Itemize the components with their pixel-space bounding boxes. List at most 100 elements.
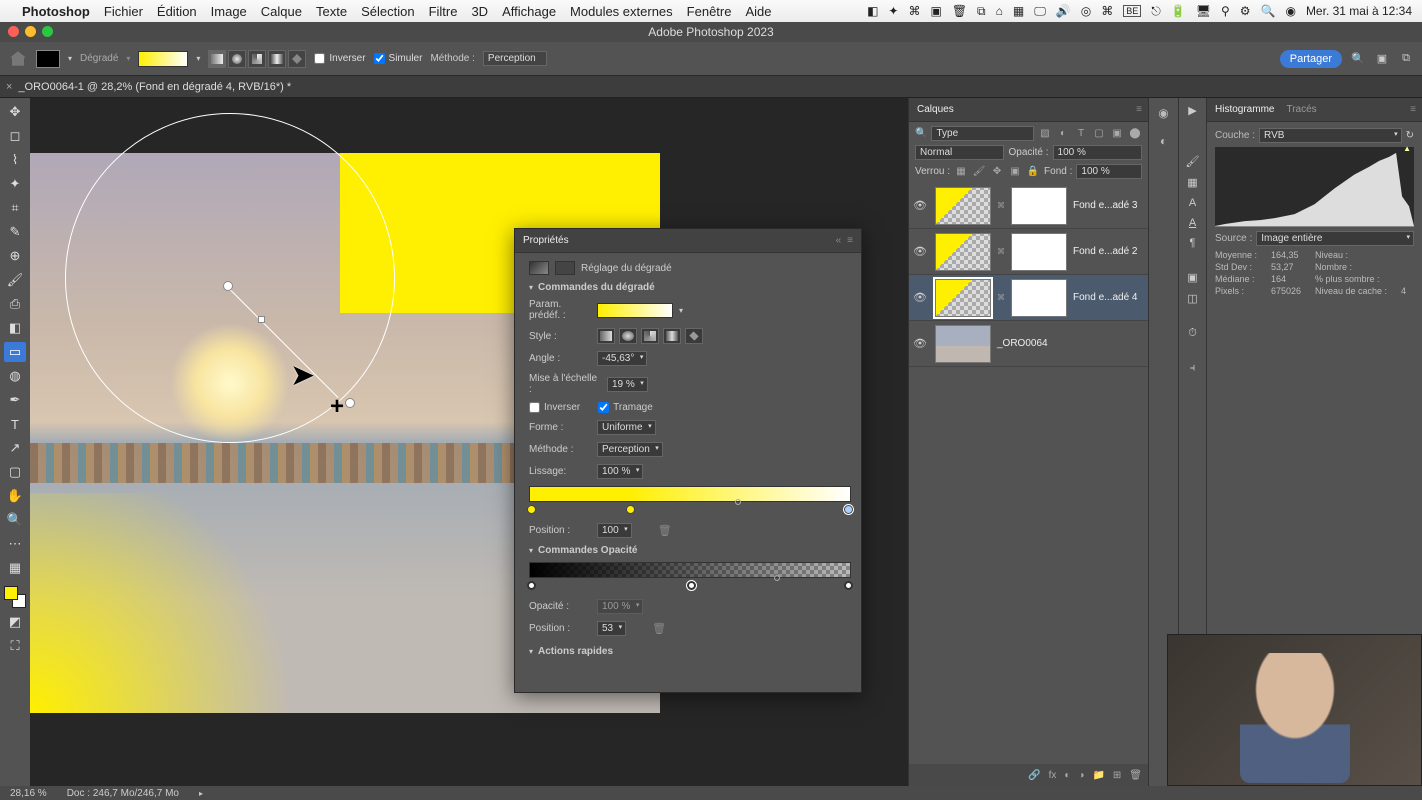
heal-tool-icon[interactable]: ⊕ (4, 246, 26, 266)
opacity-stops-row[interactable] (529, 581, 851, 593)
keyboard-lang-icon[interactable]: BE (1123, 5, 1141, 17)
opacity-stop[interactable] (527, 581, 536, 590)
menu-text[interactable]: Texte (316, 4, 347, 19)
style-reflected-button[interactable] (663, 328, 681, 344)
minimize-window-icon[interactable] (25, 26, 36, 37)
gradient-editor-bar[interactable] (529, 486, 851, 502)
workspace-icon[interactable]: ▣ (1374, 51, 1390, 67)
mask-thumb[interactable] (1011, 233, 1067, 271)
opa-position-input[interactable]: 53 (597, 621, 626, 636)
dither-checkbox[interactable]: Tramage (598, 402, 653, 413)
foreground-color-swatch[interactable] (4, 586, 18, 600)
app-name-menu[interactable]: Photoshop (22, 4, 90, 19)
layer-name[interactable]: Fond e...adé 2 (1073, 246, 1138, 257)
menu-window[interactable]: Fenêtre (687, 4, 732, 19)
method-dropdown[interactable]: Perception (483, 51, 547, 66)
battery-icon[interactable]: 🔋 (1171, 4, 1186, 18)
path-tool-icon[interactable]: ↗ (4, 438, 26, 458)
status-icon[interactable]: ◧ (867, 4, 878, 18)
status-icon[interactable]: ✦ (888, 4, 898, 18)
align-icon[interactable]: ⫞ (1190, 362, 1196, 375)
properties-panel[interactable]: × Propriétés « ≡ Réglage du dégradé ▾Com… (514, 228, 862, 693)
style-linear-button[interactable] (597, 328, 615, 344)
marquee-tool-icon[interactable]: ◻ (4, 126, 26, 146)
adjustment-icon[interactable]: ◑ (1078, 770, 1084, 781)
menubar-clock[interactable]: Mer. 31 mai à 12:34 (1306, 4, 1412, 18)
move-tool-icon[interactable]: ✥ (4, 102, 26, 122)
filter-toggle-icon[interactable]: ⬤ (1128, 127, 1142, 141)
panel-menu-icon[interactable]: ≡ (1136, 104, 1142, 115)
color-icon[interactable]: ◉ (1155, 104, 1173, 122)
link-icon[interactable]: ⌘ (997, 201, 1005, 210)
lock-trans-icon[interactable]: ▦ (954, 165, 968, 179)
chevron-down-icon[interactable]: ▾ (126, 54, 130, 63)
style-radial-button[interactable] (619, 328, 637, 344)
bluetooth-icon[interactable]: ⎋ (1151, 4, 1161, 19)
blur-tool-icon[interactable]: ◍ (4, 366, 26, 386)
collapse-icon[interactable]: ▣ (1187, 271, 1197, 284)
close-panel-icon[interactable]: × (514, 228, 528, 232)
close-tab-icon[interactable]: × (6, 81, 12, 93)
screen-icon[interactable]: 🖥 (1196, 4, 1211, 18)
filter-text-icon[interactable]: T (1074, 127, 1088, 141)
actions-icon[interactable]: ◫ (1187, 292, 1197, 305)
status-icon[interactable]: 🗑 (952, 4, 967, 18)
fill-value-dropdown[interactable]: 100 % (1076, 164, 1142, 179)
search-icon[interactable]: 🔍 (1350, 51, 1366, 67)
fx-icon[interactable]: fx (1049, 770, 1057, 781)
crop-tool-icon[interactable]: ⌗ (4, 198, 26, 218)
smooth-input[interactable]: 100 % (597, 464, 643, 479)
panel-menu-icon[interactable]: ≡ (1410, 104, 1416, 115)
type-icon[interactable]: A (1189, 197, 1196, 209)
invert-checkbox[interactable]: Inverser (529, 402, 580, 413)
visibility-icon[interactable]: 👁 (913, 337, 929, 350)
eyedropper-tool-icon[interactable]: ✎ (4, 222, 26, 242)
brush-preset-icon[interactable]: 🖌 (1186, 155, 1200, 168)
gradient-diamond-button[interactable] (288, 50, 306, 68)
shape-tool-icon[interactable]: ▢ (4, 462, 26, 482)
layer-row[interactable]: 👁 ⌘ Fond e...adé 2 (909, 229, 1148, 275)
section-quick-actions[interactable]: ▾Actions rapides (529, 646, 851, 657)
status-icon[interactable]: ⧉ (977, 4, 986, 19)
lock-all-icon[interactable]: 🔒 (1026, 165, 1040, 179)
tab-properties[interactable]: Propriétés (523, 235, 569, 246)
gradient-reflected-button[interactable] (268, 50, 286, 68)
link-icon[interactable]: ⌘ (997, 247, 1005, 256)
gradient-handle-start[interactable] (223, 281, 233, 291)
mask-icon[interactable]: ◐ (1064, 770, 1070, 781)
ellipsis-icon[interactable]: ⋯ (4, 534, 26, 554)
arrange-icon[interactable]: ⧉ (1398, 51, 1414, 67)
traffic-lights[interactable] (8, 26, 53, 37)
maximize-window-icon[interactable] (42, 26, 53, 37)
visibility-icon[interactable]: 👁 (913, 245, 929, 258)
paragraph-icon[interactable]: A (1189, 217, 1196, 229)
status-icon[interactable]: 🖵 (1034, 4, 1046, 19)
collapse-icon[interactable]: « (836, 235, 842, 246)
visibility-icon[interactable]: 👁 (913, 291, 929, 304)
layer-filter-dropdown[interactable]: Type (931, 126, 1034, 141)
status-icon[interactable]: ▣ (930, 4, 941, 18)
layer-thumb[interactable] (935, 325, 991, 363)
gradient-stops-row[interactable] (529, 505, 851, 517)
color-stop[interactable] (527, 505, 536, 514)
mask-thumb[interactable] (1011, 187, 1067, 225)
wifi-icon[interactable]: ⚲ (1221, 4, 1230, 18)
trash-icon[interactable]: 🗑 (658, 524, 672, 537)
layer-thumb[interactable] (935, 233, 991, 271)
opacity-editor-bar[interactable] (529, 562, 851, 578)
status-icon[interactable]: ⌘ (1101, 4, 1113, 18)
layer-name[interactable]: _ORO0064 (997, 338, 1048, 349)
eraser-tool-icon[interactable]: ◧ (4, 318, 26, 338)
method-dropdown[interactable]: Perception (597, 442, 663, 457)
lasso-tool-icon[interactable]: ⌇ (4, 150, 26, 170)
gradient-angle-button[interactable] (248, 50, 266, 68)
status-icon[interactable]: ⌘ (908, 4, 920, 18)
channel-dropdown[interactable]: RVB (1259, 128, 1402, 143)
foreground-background-swatches[interactable] (4, 586, 26, 608)
control-center-icon[interactable]: ⚙ (1240, 4, 1251, 18)
text-tool-icon[interactable]: T (4, 414, 26, 434)
quickmask-icon[interactable]: ◩ (4, 612, 26, 632)
chevron-down-icon[interactable]: ▾ (196, 54, 200, 63)
invert-checkbox[interactable]: Inverser (314, 53, 365, 64)
status-icon[interactable]: ⌂ (996, 4, 1003, 18)
